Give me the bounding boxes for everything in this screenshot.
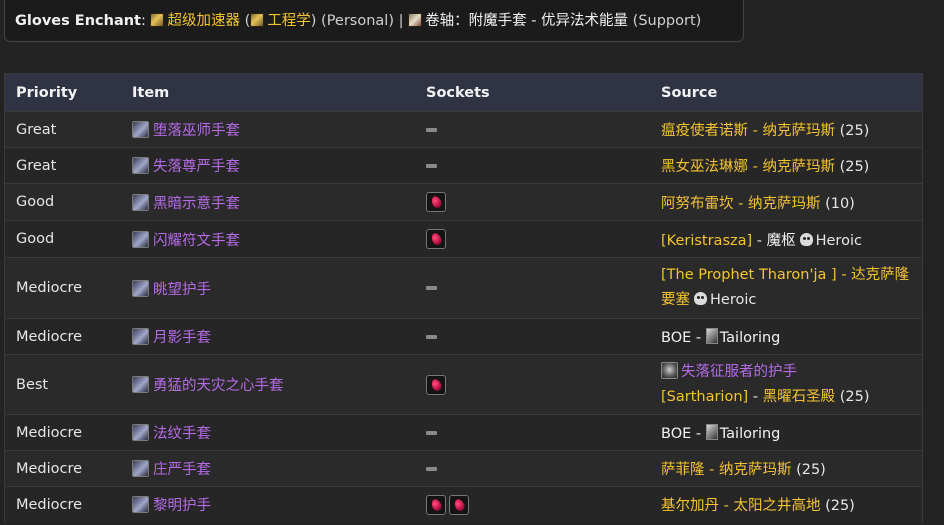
table-row: Mediocre 眺望护手 [The Prophet Tharon'ja ] -… [5, 257, 922, 319]
source-suffix: (25) [825, 498, 855, 515]
item-link[interactable]: 黎明护手 [153, 498, 211, 514]
table-row: Great 失落尊严手套 黑女巫法琳娜 - 纳克萨玛斯 (25) [5, 147, 922, 184]
source-suffix: (25) [839, 388, 870, 405]
gloves-icon [132, 376, 149, 393]
source-link[interactable]: 萨菲隆 - 纳克萨玛斯 [661, 462, 791, 478]
item-link[interactable]: 黑暗示意手套 [153, 196, 240, 212]
source-boss-link[interactable]: [Sartharion] [661, 389, 748, 405]
priority-cell: Mediocre [5, 318, 121, 355]
red-gem-socket-icon [426, 374, 446, 395]
header-source: Source [650, 74, 922, 112]
table-header-row: Priority Item Sockets Source [5, 74, 922, 112]
gloves-icon [132, 279, 149, 297]
priority-cell: Good [5, 183, 121, 221]
accelerator-icon [150, 13, 165, 27]
dash-icon [426, 466, 437, 471]
priority-cell: Best [5, 354, 121, 415]
table-row: Mediocre 法纹手套 BOE - Tailoring [5, 414, 922, 451]
source-link[interactable]: 阿努布雷坎 - 纳克萨玛斯 [661, 196, 820, 212]
header-priority: Priority [5, 74, 121, 112]
enchant-label: Gloves Enchant [15, 13, 141, 29]
gloves-icon [132, 496, 149, 514]
priority-cell: Mediocre [5, 414, 121, 451]
heroic-label: Heroic [710, 292, 757, 308]
boe-label: BOE - [661, 329, 702, 346]
priority-cell: Mediocre [5, 486, 121, 523]
red-gem-socket-icon [426, 494, 446, 515]
token-link[interactable]: 失落征服者的护手 [681, 364, 797, 380]
boe-label: BOE - [661, 425, 702, 442]
gloves-icon [132, 460, 149, 477]
scroll-icon [408, 13, 423, 27]
red-gem-socket-icon [449, 494, 469, 515]
source-suffix: (25) [839, 123, 870, 139]
tailoring-link[interactable]: Tailoring [720, 426, 781, 442]
source-separator: - [756, 232, 762, 249]
item-link[interactable]: 闪耀符文手套 [153, 233, 240, 249]
table-row: Mediocre 月影手套 BOE - Tailoring [5, 318, 922, 355]
table-row: Best 勇猛的天灾之心手套 失落征服者的护手 [Sartharion] - 黑… [5, 354, 922, 415]
item-link[interactable]: 庄严手套 [153, 462, 211, 478]
engineering-icon [250, 13, 265, 27]
table-row: Good 黑暗示意手套 阿努布雷坎 - 纳克萨玛斯 (10) [5, 183, 922, 221]
header-item: Item [121, 74, 415, 112]
priority-cell: Good [5, 220, 121, 258]
item-link[interactable]: 失落尊严手套 [153, 159, 240, 175]
tailoring-link[interactable]: Tailoring [720, 330, 781, 346]
item-link[interactable]: 法纹手套 [153, 426, 211, 442]
gloves-icon [132, 230, 149, 248]
table-row: Mediocre 黎明护手 基尔加丹 - 太阳之井高地 (25) [5, 486, 922, 523]
gloves-icon [132, 121, 149, 138]
item-link[interactable]: 勇猛的天灾之心手套 [153, 378, 284, 394]
engineering-link[interactable]: 工程学 [267, 13, 311, 29]
source-link[interactable]: 黑女巫法琳娜 - 纳克萨玛斯 [661, 159, 835, 175]
source-link[interactable]: 瘟疫使者诺斯 - 纳克萨玛斯 [661, 123, 835, 139]
skull-icon [694, 292, 707, 305]
source-separator: - [752, 388, 759, 405]
priority-cell: Mediocre [5, 450, 121, 487]
token-icon [661, 361, 678, 379]
item-link[interactable]: 眺望护手 [153, 282, 211, 298]
source-link[interactable]: [The Prophet Tharon'ja ] - 达克萨隆 [661, 267, 909, 283]
table-row: Good 闪耀符文手套 [Keristrasza] - 魔枢 Heroic [5, 220, 922, 258]
source-place: 魔枢 [766, 232, 796, 249]
source-suffix: (10) [825, 195, 855, 212]
source-link[interactable]: 基尔加丹 - 太阳之井高地 [661, 498, 820, 514]
enchant-colon: : [140, 13, 146, 29]
item-link[interactable]: 堕落巫师手套 [153, 123, 240, 139]
gloves-icon [132, 424, 149, 441]
enchant-primary-link[interactable]: 超级加速器 [167, 13, 240, 29]
table-row: Mediocre 庄严手套 萨菲隆 - 纳克萨玛斯 (25) [5, 450, 922, 487]
priority-cell: Mediocre [5, 257, 121, 319]
heroic-label: Heroic [815, 232, 862, 249]
red-gem-socket-icon [426, 229, 446, 249]
priority-cell: Great [5, 111, 121, 148]
gloves-icon [132, 328, 149, 345]
enchant-support-tag: (Support) [632, 13, 702, 29]
item-link[interactable]: 月影手套 [153, 330, 211, 346]
header-sockets: Sockets [415, 74, 650, 112]
dash-icon [426, 286, 437, 290]
pattern-icon [705, 327, 718, 344]
source-link-cont[interactable]: 要塞 [661, 292, 690, 308]
skull-icon [799, 232, 813, 246]
source-place-link[interactable]: 黑曜石圣殿 [763, 389, 836, 405]
red-gem-socket-icon [426, 192, 446, 212]
table-row: Great 堕落巫师手套 瘟疫使者诺斯 - 纳克萨玛斯 (25) [5, 111, 922, 148]
enchant-personal-tag: ) (Personal) | [310, 13, 404, 29]
priority-cell: Great [5, 147, 121, 184]
gloves-enchant-box: Gloves Enchant: 超级加速器 (工程学) (Personal) |… [4, 0, 744, 42]
source-suffix: (25) [839, 159, 870, 175]
pattern-icon [705, 423, 718, 440]
source-boss-link[interactable]: [Keristrasza] [661, 233, 752, 249]
dash-icon [426, 163, 437, 168]
gloves-table: Priority Item Sockets Source Great 堕落巫师手… [4, 73, 923, 523]
dash-icon [426, 127, 437, 132]
dash-icon [426, 334, 437, 339]
source-suffix: (25) [796, 462, 826, 478]
dash-icon [426, 430, 437, 435]
gloves-icon [132, 157, 149, 174]
enchant-secondary-link[interactable]: 卷轴：附魔手套 - 优异法术能量 [425, 13, 628, 29]
gloves-icon [132, 193, 149, 211]
